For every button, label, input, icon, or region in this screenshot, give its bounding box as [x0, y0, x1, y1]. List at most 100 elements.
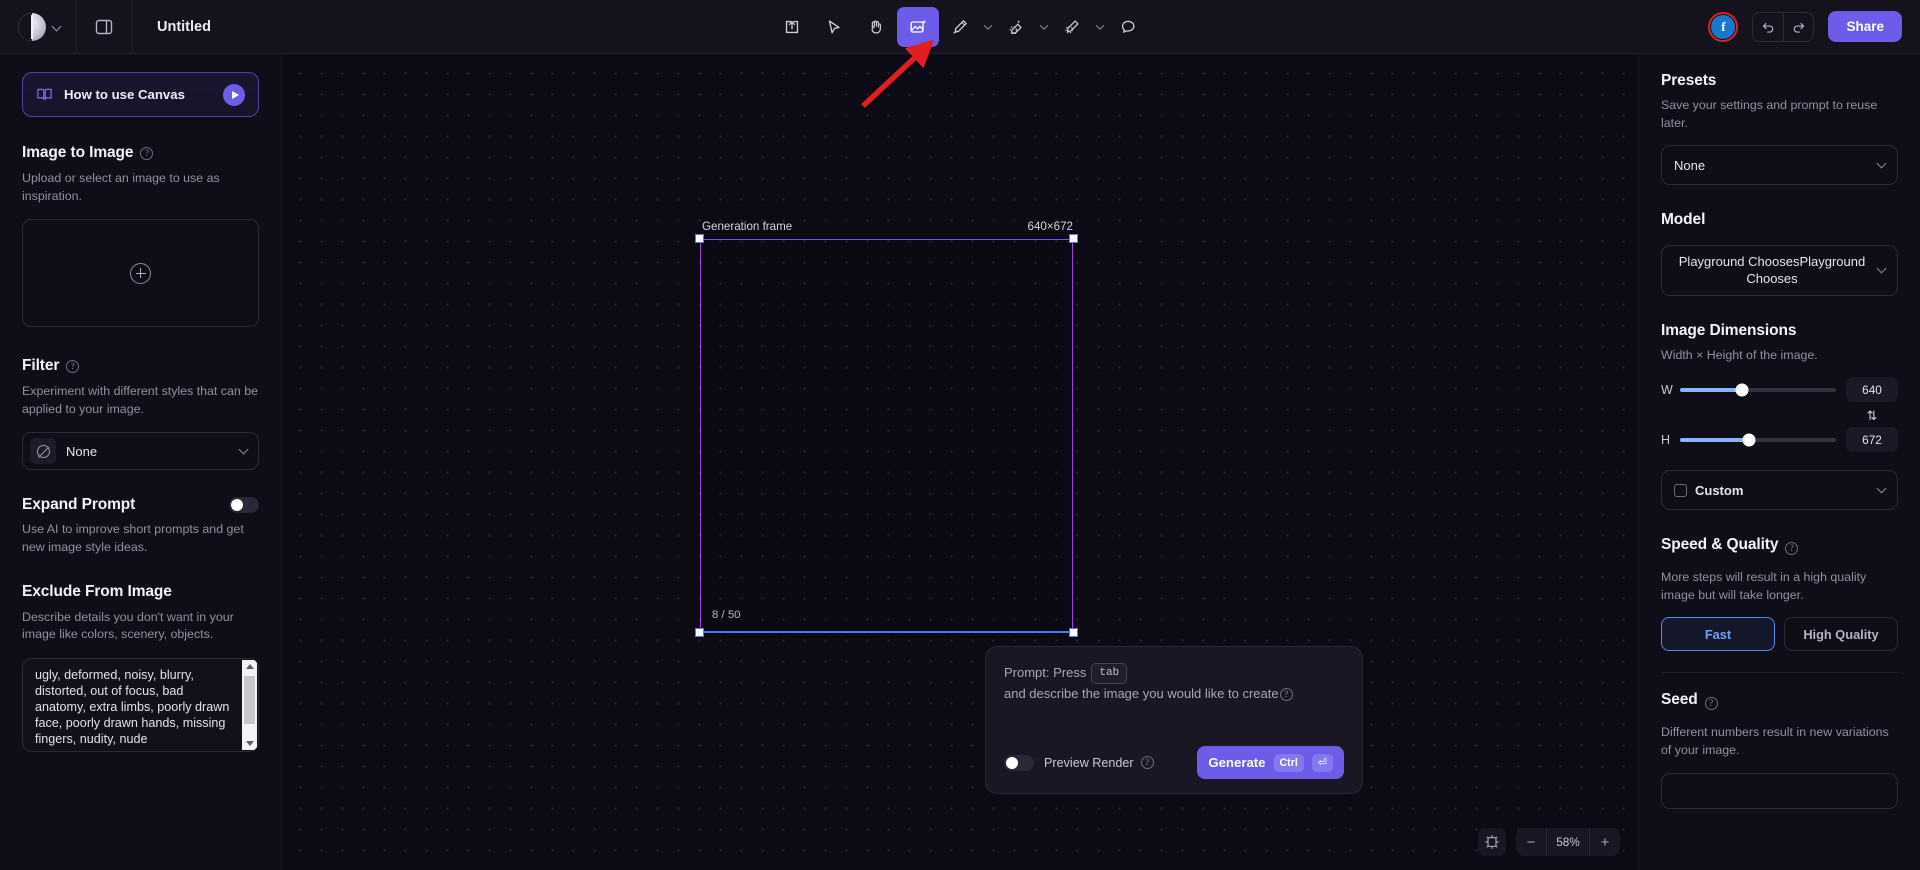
generation-frame-box[interactable]: 8 / 50 [700, 239, 1073, 632]
scroll-up-arrow-icon[interactable] [246, 664, 254, 669]
seed-title: Seed [1661, 691, 1698, 709]
model-select[interactable]: Playground ChoosesPlayground Chooses [1661, 245, 1898, 295]
draw-tool-chevron-down-icon[interactable] [981, 7, 995, 47]
generate-button[interactable]: Generate Ctrl ⏎ [1197, 746, 1344, 779]
design-canvas[interactable]: Generation frame 640×672 8 / 50 Prompt: … [282, 54, 1638, 870]
draw-tool[interactable] [939, 7, 981, 47]
help-circle-icon[interactable]: ? [1141, 756, 1154, 769]
preview-render-label: Preview Render [1044, 756, 1134, 770]
height-value-input[interactable]: 672 [1846, 427, 1898, 452]
redo-icon [1791, 19, 1806, 34]
help-circle-icon[interactable]: ? [66, 360, 79, 373]
zoom-level-value[interactable]: 58% [1546, 828, 1590, 856]
scrollbar-thumb[interactable] [244, 676, 255, 724]
height-slider-row: H 672 [1661, 427, 1898, 452]
width-label: W [1661, 383, 1670, 397]
hand-icon [866, 17, 886, 37]
help-circle-icon[interactable]: ? [1785, 542, 1798, 555]
how-to-use-canvas-banner[interactable]: How to use Canvas [22, 72, 259, 117]
seed-input[interactable] [1661, 773, 1898, 809]
exclude-textarea-scrollbar[interactable] [242, 660, 257, 750]
presets-select[interactable]: None [1661, 145, 1898, 185]
presets-title: Presets [1661, 72, 1898, 90]
speed-option-fast[interactable]: Fast [1661, 617, 1775, 651]
eraser-tool-group [995, 7, 1051, 47]
import-image-tool[interactable] [771, 7, 813, 47]
fit-to-frame-button[interactable] [1478, 828, 1506, 856]
generate-button-label: Generate [1208, 755, 1265, 770]
generation-frame[interactable]: Generation frame 640×672 8 / 50 [700, 239, 1073, 632]
image-to-image-title: Image to Image [22, 144, 133, 162]
aspect-ratio-select[interactable]: Custom [1661, 470, 1898, 510]
generation-frame-tool[interactable] [897, 7, 939, 47]
swap-dimensions-button[interactable]: ⇅ [1846, 408, 1898, 424]
section-divider [1661, 672, 1898, 673]
filter-none-icon-box [30, 438, 56, 464]
prompt-panel: Prompt: Press tab and describe the image… [985, 646, 1363, 794]
select-tool[interactable] [813, 7, 855, 47]
resize-handle-top-left[interactable] [695, 234, 704, 243]
play-icon[interactable] [223, 84, 245, 106]
edit-tool-chevron-down-icon[interactable] [1093, 7, 1107, 47]
image-to-image-header: Image to Image ? [22, 144, 259, 162]
top-toolbar: Untitled [0, 0, 1920, 54]
height-slider[interactable] [1680, 438, 1836, 442]
image-sparkle-icon [908, 17, 928, 37]
resize-handle-bottom-left[interactable] [695, 628, 704, 637]
width-slider[interactable] [1680, 388, 1836, 392]
how-to-use-canvas-label: How to use Canvas [64, 87, 212, 102]
chevron-down-icon [52, 22, 62, 32]
filter-description: Experiment with different styles that ca… [22, 383, 259, 418]
avatar[interactable]: f [1708, 12, 1738, 42]
model-title: Model [1661, 211, 1898, 229]
image-to-image-description: Upload or select an image to use as insp… [22, 170, 259, 205]
prompt-placeholder[interactable]: Prompt: Press tab and describe the image… [1004, 663, 1344, 704]
hand-tool[interactable] [855, 7, 897, 47]
undo-button[interactable] [1753, 13, 1783, 41]
tab-key-badge: tab [1091, 663, 1127, 684]
preview-render-toggle[interactable] [1004, 755, 1034, 771]
resize-handle-bottom-right[interactable] [1069, 628, 1078, 637]
generation-frame-dimensions: 640×672 [1028, 220, 1073, 233]
eraser-tool-chevron-down-icon[interactable] [1037, 7, 1051, 47]
left-settings-panel: How to use Canvas Image to Image ? Uploa… [0, 54, 282, 870]
speed-option-high-quality[interactable]: High Quality [1784, 617, 1898, 651]
zoom-in-button[interactable]: + [1590, 828, 1620, 856]
exclude-description: Describe details you don't want in your … [22, 609, 259, 644]
model-selected-value: Playground ChoosesPlayground Chooses [1674, 253, 1870, 287]
image-upload-dropzone[interactable] [22, 219, 259, 327]
cursor-arrow-icon [824, 17, 844, 37]
expand-prompt-title: Expand Prompt [22, 496, 135, 514]
fit-to-frame-icon [1484, 834, 1500, 850]
exclude-textarea[interactable]: ugly, deformed, noisy, blurry, distorted… [22, 658, 259, 752]
scroll-down-arrow-icon[interactable] [246, 741, 254, 746]
magic-eraser-icon [1006, 17, 1026, 37]
prompt-prefix: Prompt: Press [1004, 663, 1086, 683]
share-button[interactable]: Share [1828, 11, 1902, 42]
resize-handle-top-right[interactable] [1069, 234, 1078, 243]
redo-button[interactable] [1783, 13, 1813, 41]
sidebar-panel-icon [95, 18, 114, 36]
expand-prompt-toggle[interactable] [229, 497, 259, 513]
exclude-header: Exclude From Image [22, 583, 259, 601]
eraser-tool[interactable] [995, 7, 1037, 47]
help-circle-icon[interactable]: ? [140, 147, 153, 160]
height-label: H [1661, 433, 1670, 447]
avatar-initial: f [1711, 15, 1735, 39]
comment-tool[interactable] [1107, 7, 1149, 47]
document-title[interactable]: Untitled [133, 19, 211, 35]
aspect-ratio-checkbox[interactable] [1674, 484, 1687, 497]
undo-icon [1761, 19, 1776, 34]
exclude-textarea-value: ugly, deformed, noisy, blurry, distorted… [23, 659, 258, 752]
panel-toggle-button[interactable] [77, 0, 133, 53]
app-logo-menu[interactable] [0, 0, 77, 53]
help-circle-icon[interactable]: ? [1705, 697, 1718, 710]
width-value-input[interactable]: 640 [1846, 377, 1898, 402]
edit-tool[interactable] [1051, 7, 1093, 47]
speed-quality-description: More steps will result in a high quality… [1661, 569, 1898, 604]
no-filter-icon [37, 445, 50, 458]
chevron-down-icon [1877, 484, 1887, 494]
filter-select[interactable]: None [22, 432, 259, 470]
help-circle-icon[interactable]: ? [1280, 688, 1293, 701]
zoom-out-button[interactable]: − [1516, 828, 1546, 856]
